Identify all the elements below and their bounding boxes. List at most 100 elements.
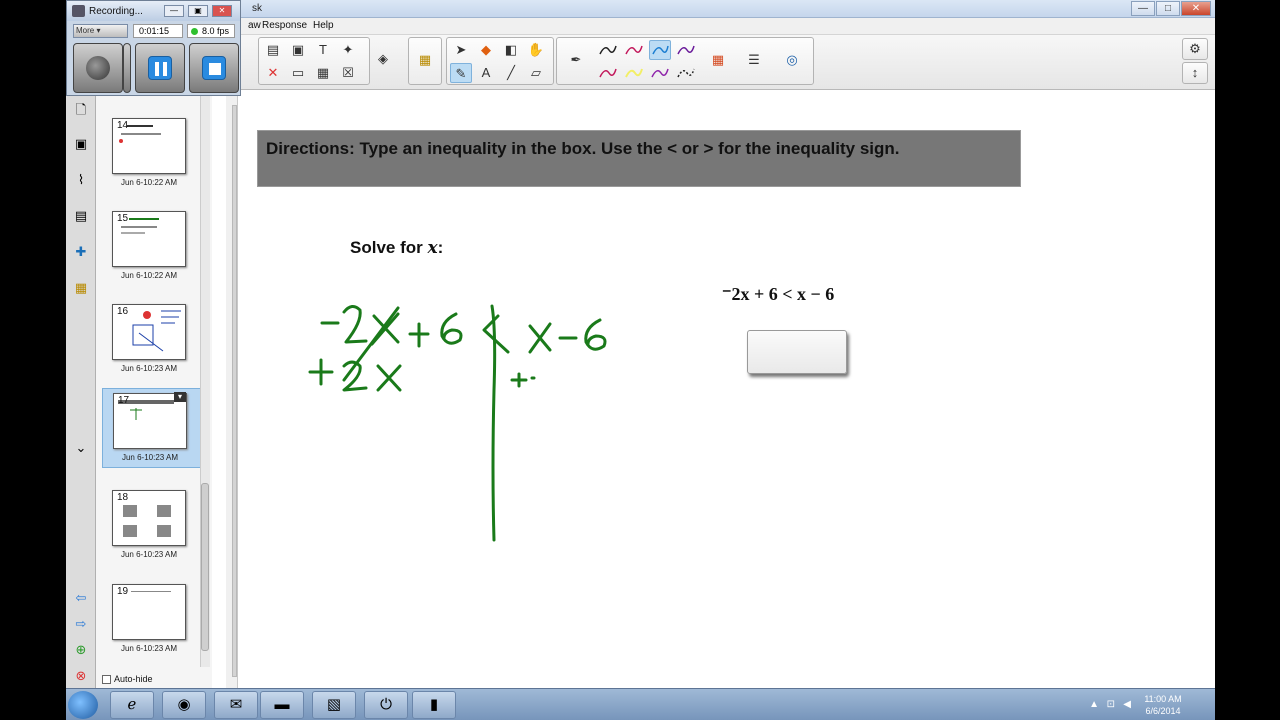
- property-browser-icon[interactable]: ▦: [71, 278, 91, 298]
- attachment-icon[interactable]: ⌇: [71, 170, 91, 190]
- autohide-checkbox[interactable]: [102, 674, 111, 684]
- shape-eraser-icon[interactable]: ▱: [525, 63, 547, 83]
- hand-icon[interactable]: ✋: [525, 40, 547, 60]
- paste-icon[interactable]: ▤: [262, 40, 284, 60]
- pen-color-3[interactable]: [649, 40, 671, 60]
- ink-six-right: [584, 318, 607, 351]
- shapes-icon[interactable]: ◎: [781, 50, 803, 70]
- sorter-scrollbar-thumb[interactable]: [201, 483, 209, 651]
- collapse-chevron-icon[interactable]: ⌄: [71, 438, 91, 458]
- action-browser-icon[interactable]: ✚: [71, 242, 91, 262]
- recorder-status-row: More ▾ 0:01:15 8.0 fps: [71, 23, 237, 39]
- page-thumbnail[interactable]: 19 Jun 6-10:23 AM: [102, 580, 202, 660]
- recorder-widget: Recording... — ▣ ✕ More ▾ 0:01:15 8.0 fp…: [66, 0, 241, 96]
- start-button[interactable]: [68, 691, 98, 719]
- puzzle-icon[interactable]: ◈: [372, 49, 394, 69]
- previous-page-icon[interactable]: ⇦: [71, 588, 91, 608]
- page-thumbnail-selected[interactable]: 17 ▾ Jun 6-10:23 AM: [102, 388, 202, 468]
- volume-icon[interactable]: ◀: [1123, 699, 1131, 710]
- taskbar-clock[interactable]: 11:00 AM 6/6/2014: [1133, 693, 1193, 717]
- file-explorer-icon[interactable]: ▬: [260, 691, 304, 719]
- select-arrow-icon[interactable]: ➤: [450, 40, 472, 60]
- canvas-scrollbar[interactable]: [232, 105, 237, 677]
- recorder-fps: 8.0 fps: [187, 24, 235, 38]
- flipchart-page[interactable]: Directions: Type an inequality in the bo…: [240, 90, 1215, 688]
- ink-two: [342, 305, 368, 344]
- firefox-icon[interactable]: ◉: [162, 691, 206, 719]
- thumbnail-image: 18: [112, 490, 186, 546]
- autohide-toggle[interactable]: Auto-hide: [102, 674, 153, 684]
- pen-color-5[interactable]: [597, 63, 619, 83]
- fill-icon[interactable]: ◆: [475, 40, 497, 60]
- flipchart-app-icon[interactable]: ▧: [312, 691, 356, 719]
- thumbnail-number: 17: [118, 395, 130, 406]
- mail-icon[interactable]: ✉: [214, 691, 258, 719]
- tool-app-icon[interactable]: ▮: [412, 691, 456, 719]
- color-palette-icon[interactable]: ▦: [707, 50, 729, 70]
- line-width-icon[interactable]: ☰: [743, 50, 765, 70]
- recorder-title-bar: Recording... — ▣ ✕: [67, 1, 240, 21]
- page-thumbnail[interactable]: 16 Jun 6-10:23 AM: [102, 300, 202, 380]
- pen-color-1[interactable]: [597, 40, 619, 60]
- pen-color-4[interactable]: [675, 40, 697, 60]
- internet-explorer-icon[interactable]: ℯ: [110, 691, 154, 719]
- thumbnail-number: 19: [117, 586, 129, 597]
- page-sorter: 14 Jun 6-10:22 AM 15 Jun 6-10:22 AM 16 J…: [96, 90, 212, 688]
- network-icon[interactable]: ⊡: [1107, 699, 1115, 710]
- recorder-minimize-button[interactable]: —: [164, 5, 184, 17]
- page-browser-icon[interactable]: 🗋: [71, 100, 91, 120]
- tray-arrow-icon[interactable]: ▲: [1089, 699, 1099, 710]
- stop-button[interactable]: [189, 43, 239, 93]
- recorder-fps-label: 8.0 fps: [202, 26, 230, 36]
- ink-plus-left: [308, 358, 334, 386]
- maximize-button[interactable]: □: [1156, 1, 1180, 16]
- recorder-app-icon[interactable]: ⏻: [364, 691, 408, 719]
- pen-color-2[interactable]: [623, 40, 645, 60]
- menu-draw[interactable]: aw: [248, 20, 261, 31]
- magic-icon[interactable]: ✦: [337, 40, 359, 60]
- notes-browser-icon[interactable]: ▤: [71, 206, 91, 226]
- image-icon[interactable]: ▣: [287, 40, 309, 60]
- page-thumbnail[interactable]: 14 Jun 6-10:22 AM: [102, 114, 202, 194]
- next-page-icon[interactable]: ⇨: [71, 614, 91, 634]
- reveal-icon[interactable]: ▦: [414, 50, 436, 70]
- pause-button[interactable]: [135, 43, 185, 93]
- menu-response[interactable]: Response: [262, 20, 307, 31]
- settings-gear-icon[interactable]: ⚙: [1182, 38, 1208, 60]
- record-options-button[interactable]: [123, 43, 131, 93]
- recorder-mode-label: More: [76, 26, 95, 35]
- clear-icon[interactable]: ☒: [337, 63, 359, 83]
- pen-tool-icon[interactable]: ✎: [450, 63, 472, 83]
- screen-icon[interactable]: ▭: [287, 63, 309, 83]
- add-page-icon[interactable]: ⊕: [71, 640, 91, 660]
- pen-color-6[interactable]: [623, 63, 645, 83]
- resource-browser-icon[interactable]: ▣: [71, 134, 91, 154]
- pen-color-7[interactable]: [649, 63, 671, 83]
- recorder-restore-button[interactable]: ▣: [188, 5, 208, 17]
- thumbnail-number: 18: [117, 492, 129, 503]
- thumbnail-menu-chevron-icon[interactable]: ▾: [174, 392, 186, 402]
- text-a-icon[interactable]: A: [475, 63, 497, 83]
- menu-help[interactable]: Help: [313, 20, 334, 31]
- pen-icon[interactable]: ✒: [565, 50, 587, 70]
- delete-icon[interactable]: ✕: [262, 63, 284, 83]
- page-thumbnail[interactable]: 15 Jun 6-10:22 AM: [102, 207, 202, 287]
- table-icon[interactable]: ▦: [312, 63, 334, 83]
- delete-page-icon[interactable]: ⊗: [71, 666, 91, 686]
- record-button[interactable]: [73, 43, 123, 93]
- eraser-icon[interactable]: ◧: [500, 40, 522, 60]
- toolbar-group-page: ▤ ▣ T ✦ ✕ ▭ ▦ ☒: [258, 37, 370, 85]
- recorder-close-button[interactable]: ✕: [212, 5, 232, 17]
- pen-color-8[interactable]: [675, 63, 697, 83]
- thumbnail-number: 15: [117, 213, 129, 224]
- handwritten-ink: [308, 304, 607, 542]
- page-thumbnail[interactable]: 18 Jun 6-10:23 AM: [102, 486, 202, 566]
- close-button[interactable]: ✕: [1181, 1, 1211, 16]
- thumbnail-image: 15: [112, 211, 186, 267]
- text-tool-icon[interactable]: T: [312, 40, 334, 60]
- ink-x-lower: [376, 364, 402, 392]
- toolbar-position-icon[interactable]: ↕: [1182, 62, 1208, 84]
- recorder-mode-dropdown[interactable]: More ▾: [73, 24, 128, 38]
- line-icon[interactable]: ╱: [500, 63, 522, 83]
- minimize-button[interactable]: —: [1131, 1, 1155, 16]
